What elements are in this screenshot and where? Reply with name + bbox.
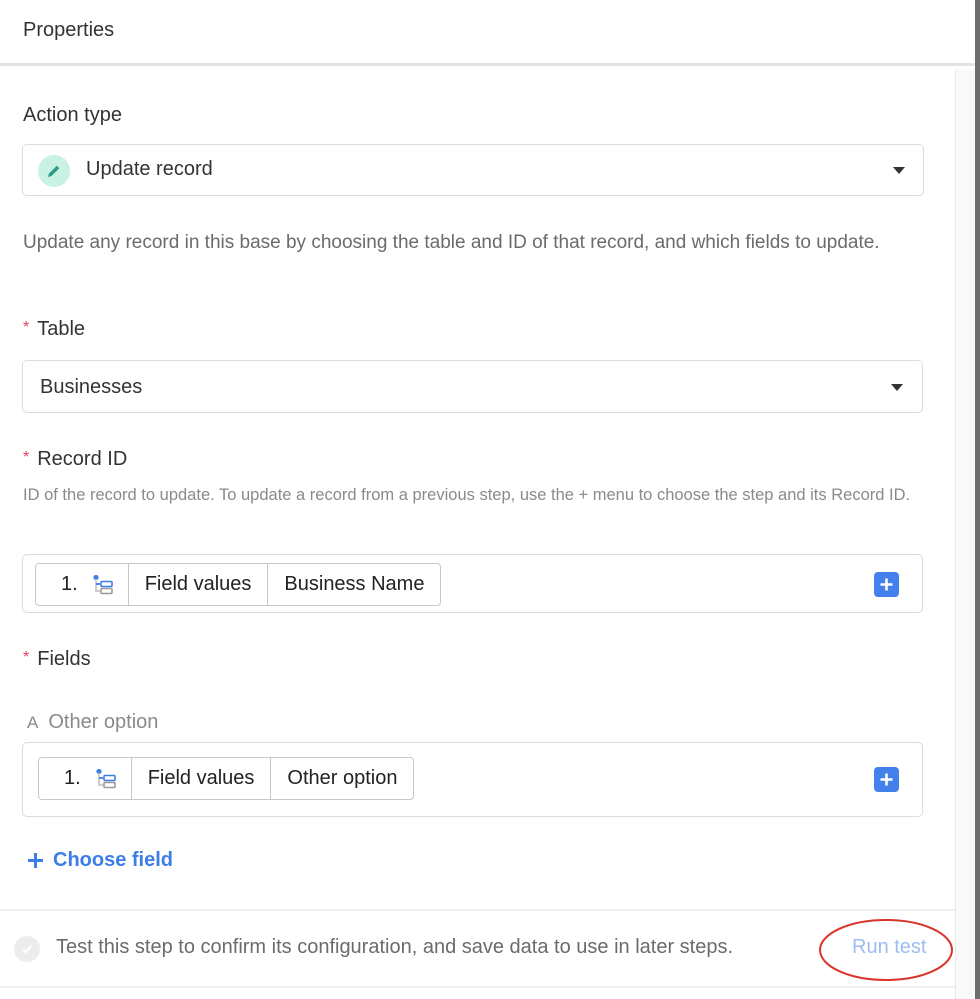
test-message: Test this step to confirm its configurat… xyxy=(56,936,734,958)
required-marker: * xyxy=(23,449,30,466)
token-source: Field values xyxy=(132,758,272,799)
plus-icon xyxy=(880,578,893,591)
field-item-name: Other option xyxy=(48,711,159,733)
choose-field-label: Choose field xyxy=(53,849,174,871)
field-value-input[interactable]: 1. Field values Other option xyxy=(22,742,923,817)
divider xyxy=(0,909,955,911)
pencil-icon xyxy=(38,155,70,187)
token-step-number: 1. xyxy=(64,767,81,789)
action-type-value: Update record xyxy=(86,158,213,180)
token-field: Business Name xyxy=(284,573,425,595)
table-label-text: Table xyxy=(37,318,86,340)
choose-field-button[interactable]: Choose field xyxy=(27,849,173,872)
trigger-step-icon xyxy=(93,574,113,594)
divider xyxy=(0,986,955,988)
action-type-description: Update any record in this base by choosi… xyxy=(23,232,880,253)
record-id-token[interactable]: 1. Field values Business Name xyxy=(35,563,442,606)
window-edge xyxy=(975,0,980,999)
fields-label: * Fields xyxy=(23,648,91,671)
token-step-number: 1. xyxy=(61,573,78,595)
properties-header: Properties xyxy=(0,0,980,66)
checkmark-icon xyxy=(14,936,40,962)
token-step: 1. xyxy=(36,564,129,605)
text-field-type-icon: A xyxy=(27,712,39,732)
action-type-select[interactable]: Update record xyxy=(22,144,924,196)
insert-token-button[interactable] xyxy=(874,572,899,597)
token-source: Field values xyxy=(129,564,269,605)
record-id-label-text: Record ID xyxy=(37,448,128,470)
token-field: Other option xyxy=(287,767,398,789)
record-id-hint: ID of the record to update. To update a … xyxy=(23,486,911,504)
record-id-label: * Record ID xyxy=(23,448,127,471)
token-step: 1. xyxy=(39,758,132,799)
field-item-label: A Other option xyxy=(27,711,158,734)
chevron-down-icon xyxy=(893,167,905,174)
action-type-label: Action type xyxy=(23,104,122,126)
fields-label-text: Fields xyxy=(37,648,91,670)
required-marker: * xyxy=(23,319,30,336)
required-marker: * xyxy=(23,649,30,666)
insert-token-button[interactable] xyxy=(874,767,899,792)
table-value: Businesses xyxy=(40,376,143,398)
table-select[interactable]: Businesses xyxy=(22,360,923,413)
table-label: * Table xyxy=(23,318,85,341)
plus-icon xyxy=(28,853,43,868)
field-value-token[interactable]: 1. Field values Other option xyxy=(38,757,415,800)
scrollbar-track[interactable] xyxy=(955,69,975,999)
plus-icon xyxy=(880,773,893,786)
record-id-input[interactable]: 1. Field values Business Name xyxy=(22,554,923,613)
header-title: Properties xyxy=(23,19,115,41)
chevron-down-icon xyxy=(891,384,903,391)
test-step-row: Test this step to confirm its configurat… xyxy=(0,912,955,986)
trigger-step-icon xyxy=(96,768,116,788)
run-test-button[interactable]: Run test xyxy=(852,936,926,959)
